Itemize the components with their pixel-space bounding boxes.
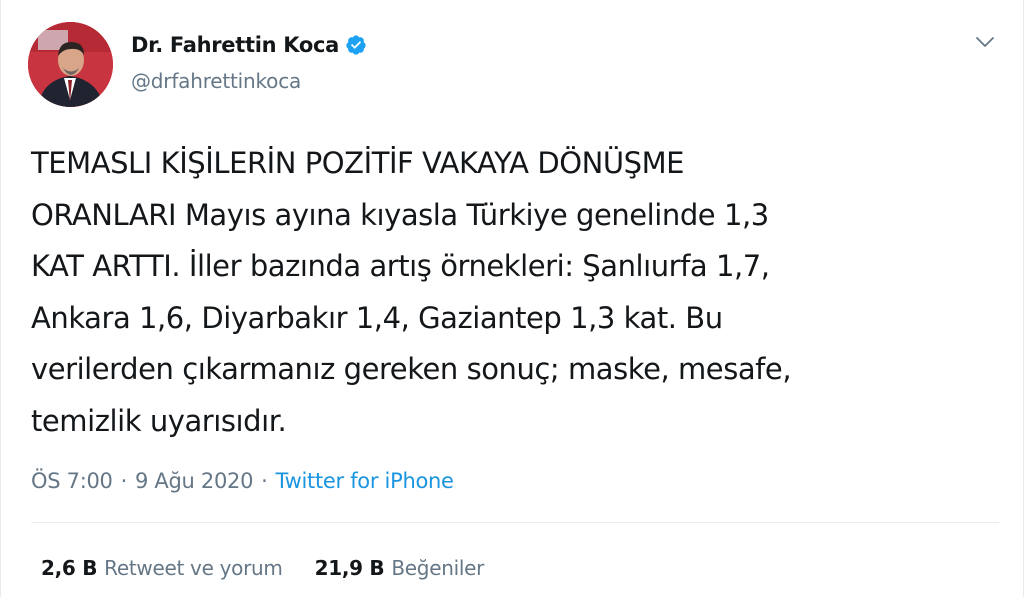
likes-label: Beğeniler [391,556,485,580]
tweet-stats: 2,6 B Retweet ve yorum 21,9 B Beğeniler [41,556,484,580]
profile-photo-icon [28,22,113,107]
likes-stat[interactable]: 21,9 B Beğeniler [314,556,485,580]
retweets-stat[interactable]: 2,6 B Retweet ve yorum [41,556,283,580]
author-handle[interactable]: @drfahrettinkoca [131,69,301,93]
chevron-down-icon[interactable] [975,35,995,49]
tweet-text: TEMASLI KİŞİLERİN POZİTİF VAKAYA DÖNÜŞME… [31,146,792,438]
verified-badge-icon [346,35,366,55]
tweet-date[interactable]: 9 Ağu 2020 [135,469,253,493]
tweet-time[interactable]: ÖS 7:00 [31,469,113,493]
author-display-name[interactable]: Dr. Fahrettin Koca [131,33,339,57]
retweets-label: Retweet ve yorum [104,556,283,580]
tweet-meta: ÖS 7:00 · 9 Ağu 2020 · Twitter for iPhon… [31,469,454,493]
tweet-source-link[interactable]: Twitter for iPhone [276,469,454,493]
avatar[interactable] [28,22,113,107]
meta-separator: · [120,469,128,493]
likes-count: 21,9 B [314,556,385,580]
meta-separator: · [261,469,268,493]
tweet-card: Dr. Fahrettin Koca @drfahrettinkoca TEMA… [0,0,1024,597]
author-name-row: Dr. Fahrettin Koca [131,33,367,57]
retweets-count: 2,6 B [41,556,98,580]
stats-divider [31,522,999,523]
